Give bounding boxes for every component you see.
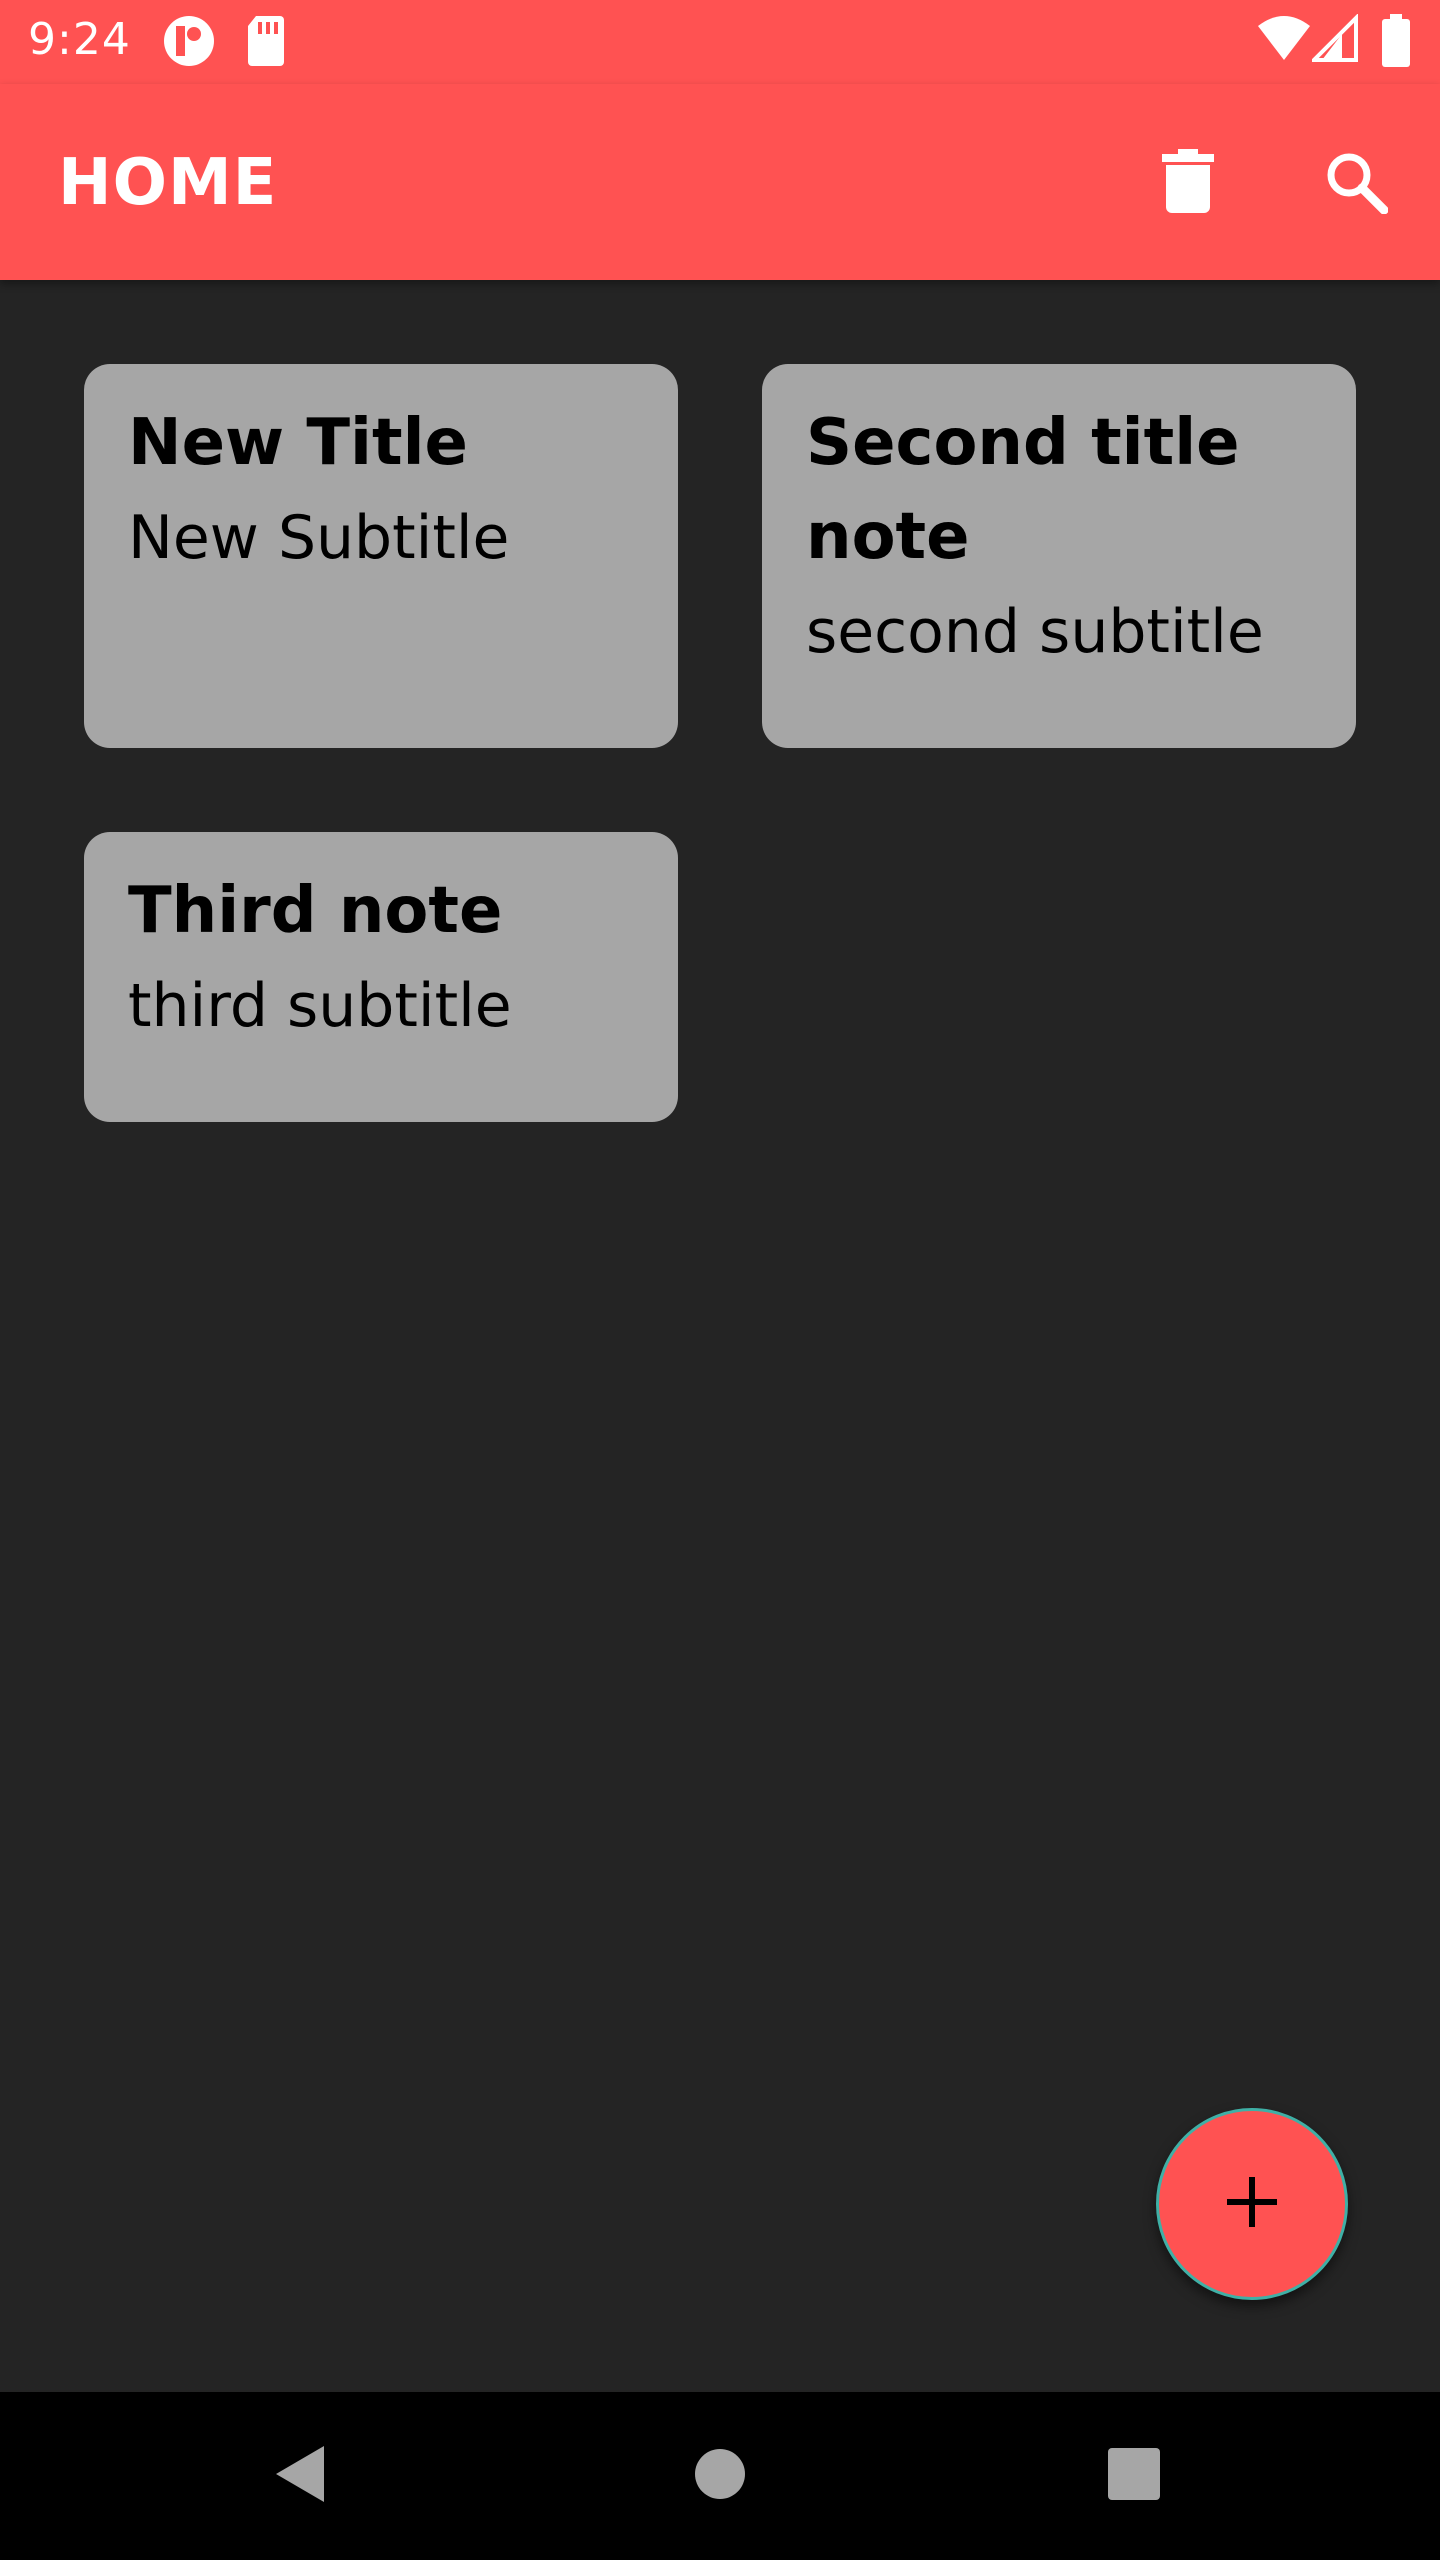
recents-button[interactable] bbox=[1084, 2426, 1184, 2526]
back-icon bbox=[272, 2444, 328, 2509]
sd-card-icon bbox=[246, 14, 286, 73]
note-title: Third note bbox=[128, 874, 503, 948]
system-nav-bar bbox=[0, 2392, 1440, 2560]
note-card[interactable]: Second title note second subtitle bbox=[762, 364, 1356, 748]
wifi-icon bbox=[1256, 14, 1312, 67]
app-bar: HOME bbox=[0, 84, 1440, 280]
page-title: HOME bbox=[58, 146, 278, 220]
back-button[interactable] bbox=[250, 2426, 350, 2526]
note-subtitle: third subtitle bbox=[128, 971, 512, 1041]
plus-icon bbox=[1225, 2175, 1279, 2234]
note-card[interactable]: Third note third subtitle bbox=[84, 832, 678, 1122]
delete-icon bbox=[1162, 148, 1214, 220]
notification-app-icon bbox=[162, 14, 216, 73]
add-note-button[interactable] bbox=[1156, 2108, 1348, 2300]
note-title: Second title note bbox=[806, 406, 1240, 574]
note-card[interactable]: New Title New Subtitle bbox=[84, 364, 678, 748]
home-button[interactable] bbox=[670, 2426, 770, 2526]
battery-icon bbox=[1380, 14, 1412, 73]
recents-icon bbox=[1107, 2447, 1161, 2506]
note-title: New Title bbox=[128, 406, 468, 480]
search-icon bbox=[1324, 150, 1389, 219]
search-button[interactable] bbox=[1316, 144, 1396, 224]
status-time: 9:24 bbox=[28, 14, 131, 65]
note-subtitle: second subtitle bbox=[806, 597, 1264, 667]
note-subtitle: New Subtitle bbox=[128, 503, 510, 573]
home-icon bbox=[694, 2448, 746, 2505]
status-bar: 9:24 bbox=[0, 0, 1440, 84]
delete-button[interactable] bbox=[1148, 144, 1228, 224]
cell-signal-icon bbox=[1309, 13, 1360, 69]
